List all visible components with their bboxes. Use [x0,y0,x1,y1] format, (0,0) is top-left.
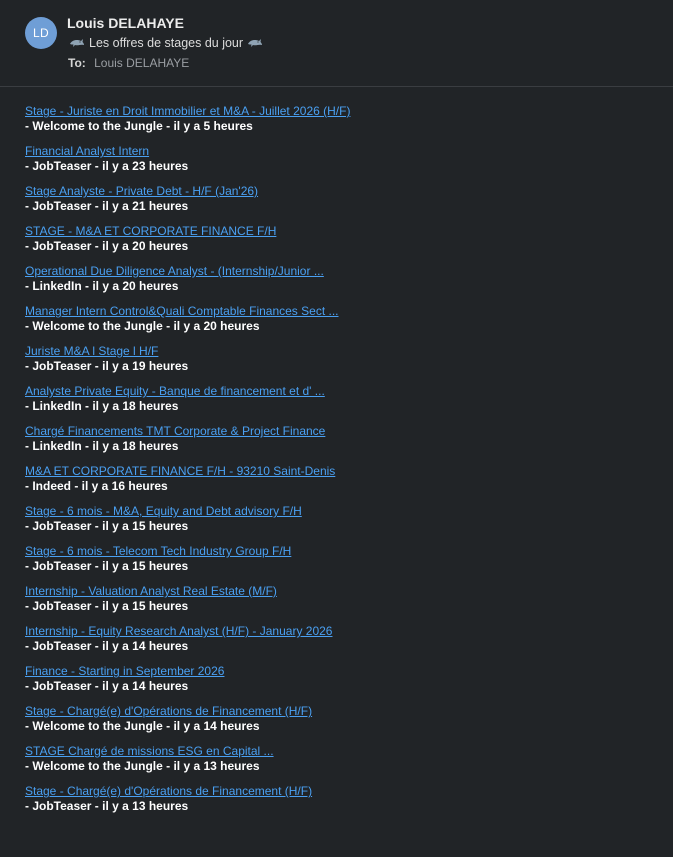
email-body: Stage - Juriste en Droit Immobilier et M… [25,104,665,824]
subject-text: Les offres de stages du jour [89,36,244,50]
job-listing: Manager Intern Control&Quali Comptable F… [25,304,665,344]
job-listing: Internship - Valuation Analyst Real Esta… [25,584,665,624]
job-listing: Juriste M&A l Stage l H/F - JobTeaser - … [25,344,665,384]
job-meta: - JobTeaser - il y a 14 heures [25,679,189,693]
job-listing: STAGE Chargé de missions ESG en Capital … [25,744,665,784]
job-link[interactable]: M&A ET CORPORATE FINANCE F/H - 93210 Sai… [25,464,665,479]
job-listing: M&A ET CORPORATE FINANCE F/H - 93210 Sai… [25,464,665,504]
job-meta: - Indeed - il y a 16 heures [25,479,168,493]
job-meta: - JobTeaser - il y a 15 heures [25,559,189,573]
job-meta: - LinkedIn - il y a 18 heures [25,399,179,413]
job-link[interactable]: Stage - Chargé(e) d'Opérations de Financ… [25,784,665,799]
job-meta: - JobTeaser - il y a 21 heures [25,199,189,213]
job-meta: - LinkedIn - il y a 18 heures [25,439,179,453]
job-link[interactable]: Stage - Chargé(e) d'Opérations de Financ… [25,704,665,719]
job-meta: - JobTeaser - il y a 19 heures [25,359,189,373]
job-listing: Stage Analyste - Private Debt - H/F (Jan… [25,184,665,224]
to-label: To: [68,56,86,70]
job-link[interactable]: STAGE Chargé de missions ESG en Capital … [25,744,665,759]
job-meta: - JobTeaser - il y a 15 heures [25,599,189,613]
job-link[interactable]: Stage - Juriste en Droit Immobilier et M… [25,104,665,119]
job-meta: - Welcome to the Jungle - il y a 20 heur… [25,319,260,333]
job-meta: - Welcome to the Jungle - il y a 14 heur… [25,719,260,733]
job-link[interactable]: Stage - 6 mois - M&A, Equity and Debt ad… [25,504,665,519]
recipient-line: To: Louis DELAHAYE [68,56,189,70]
job-link[interactable]: Financial Analyst Intern [25,144,665,159]
job-meta: - Welcome to the Jungle - il y a 13 heur… [25,759,260,773]
job-listing: STAGE - M&A ET CORPORATE FINANCE F/H - J… [25,224,665,264]
sender-name[interactable]: Louis DELAHAYE [67,15,184,31]
job-listing: Finance - Starting in September 2026 - J… [25,664,665,704]
job-listing: Chargé Financements TMT Corporate & Proj… [25,424,665,464]
job-meta: - JobTeaser - il y a 23 heures [25,159,189,173]
job-listing: Stage - Chargé(e) d'Opérations de Financ… [25,784,665,824]
email-subject: Les offres de stages du jour [67,36,265,50]
job-listing: Financial Analyst Intern - JobTeaser - i… [25,144,665,184]
job-listing: Operational Due Diligence Analyst - (Int… [25,264,665,304]
job-listing: Stage - 6 mois - Telecom Tech Industry G… [25,544,665,584]
job-link[interactable]: Finance - Starting in September 2026 [25,664,665,679]
dolphin-icon [248,39,263,47]
job-link[interactable]: Operational Due Diligence Analyst - (Int… [25,264,665,279]
job-link[interactable]: Stage - 6 mois - Telecom Tech Industry G… [25,544,665,559]
job-meta: - LinkedIn - il y a 20 heures [25,279,179,293]
job-link[interactable]: Stage Analyste - Private Debt - H/F (Jan… [25,184,665,199]
job-listing: Internship - Equity Research Analyst (H/… [25,624,665,664]
job-link[interactable]: Juriste M&A l Stage l H/F [25,344,665,359]
email-header: LD Louis DELAHAYE Les offres de stages d… [0,0,673,87]
job-meta: - JobTeaser - il y a 13 heures [25,799,189,813]
job-link[interactable]: Manager Intern Control&Quali Comptable F… [25,304,665,319]
job-link[interactable]: Internship - Equity Research Analyst (H/… [25,624,665,639]
job-link[interactable]: Chargé Financements TMT Corporate & Proj… [25,424,665,439]
job-link[interactable]: Internship - Valuation Analyst Real Esta… [25,584,665,599]
job-meta: - Welcome to the Jungle - il y a 5 heure… [25,119,253,133]
job-listing: Stage - Juriste en Droit Immobilier et M… [25,104,665,144]
recipient-name[interactable]: Louis DELAHAYE [94,56,189,70]
job-listing: Analyste Private Equity - Banque de fina… [25,384,665,424]
job-listing: Stage - Chargé(e) d'Opérations de Financ… [25,704,665,744]
avatar[interactable]: LD [25,17,57,49]
dolphin-icon [70,39,84,47]
job-meta: - JobTeaser - il y a 15 heures [25,519,189,533]
avatar-initials: LD [33,26,49,40]
job-listing: Stage - 6 mois - M&A, Equity and Debt ad… [25,504,665,544]
job-meta: - JobTeaser - il y a 14 heures [25,639,189,653]
job-meta: - JobTeaser - il y a 20 heures [25,239,189,253]
job-link[interactable]: STAGE - M&A ET CORPORATE FINANCE F/H [25,224,665,239]
job-link[interactable]: Analyste Private Equity - Banque de fina… [25,384,665,399]
